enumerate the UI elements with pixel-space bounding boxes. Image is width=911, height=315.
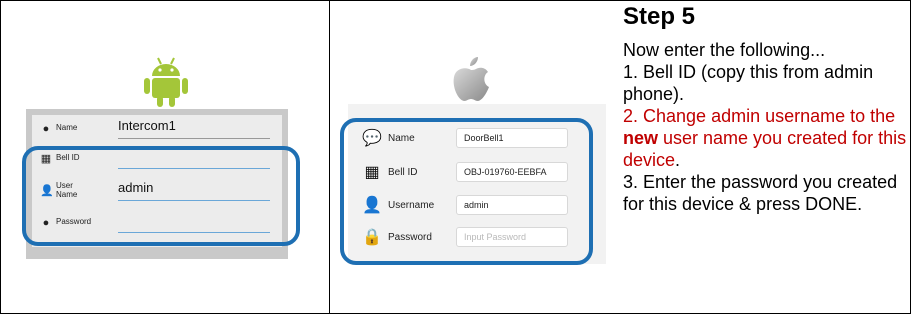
instruction-item-1: 1. Bell ID (copy this from admin phone). [623, 62, 874, 104]
android-name-row: ● Name Intercom1 [32, 115, 282, 143]
android-name-label: Name [56, 123, 78, 132]
apple-logo-icon [453, 57, 489, 101]
highlight-ring-android [22, 146, 300, 246]
android-name-underline [118, 138, 270, 139]
new-emphasis: new [623, 128, 659, 148]
intro-text: Now enter the following... [623, 40, 826, 60]
chat-bubble-icon: ● [42, 123, 50, 135]
step-body: Now enter the following... 1. Bell ID (c… [623, 39, 909, 215]
step-title: Step 5 [623, 3, 696, 30]
android-cell: ● Name Intercom1 ▦ Bell ID 👤 User Name ad… [0, 0, 330, 314]
instruction-item-3: 3. Enter the password you created for th… [623, 172, 898, 214]
highlight-ring-ios [340, 118, 593, 265]
android-name-input[interactable]: Intercom1 [118, 118, 176, 133]
instruction-item-2: 2. Change admin username to the new user… [623, 106, 907, 170]
instructions-cell: Step 5 Now enter the following... 1. Bel… [618, 0, 911, 314]
android-logo-icon [144, 57, 188, 107]
